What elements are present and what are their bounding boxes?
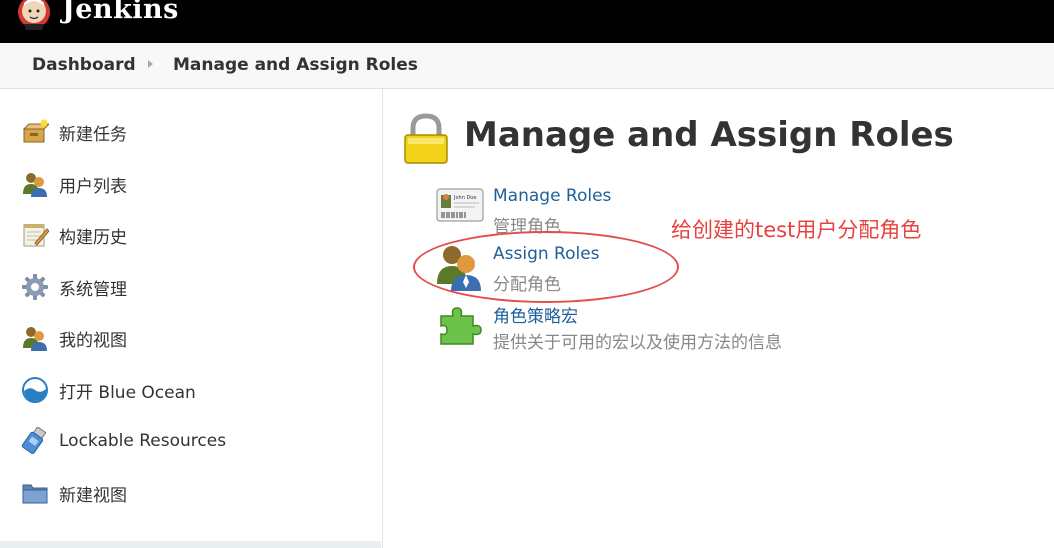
annotation-ellipse bbox=[413, 231, 679, 303]
folder-icon bbox=[20, 478, 50, 508]
main-content: Manage and Assign Roles John Doe Manage … bbox=[383, 89, 1054, 548]
usb-drive-icon bbox=[20, 426, 50, 456]
sidebar: 新建任务 用户列表 构建历史 系统管理 我的视图 打开 Blue Ocean L… bbox=[0, 89, 383, 548]
sidebar-item-label: 构建历史 bbox=[59, 227, 127, 248]
sidebar-item-user-list[interactable]: 用户列表 bbox=[20, 167, 360, 201]
breadcrumb-manage-assign-roles[interactable]: Manage and Assign Roles bbox=[173, 55, 418, 75]
sidebar-item-label: 用户列表 bbox=[59, 176, 127, 197]
brand-name[interactable]: Jenkins bbox=[62, 0, 179, 25]
sidebar-item-label: 新建视图 bbox=[59, 485, 127, 506]
sidebar-item-label: 系统管理 bbox=[59, 279, 127, 300]
role-strategy-macros-link[interactable]: 角色策略宏 bbox=[493, 302, 578, 327]
breadcrumb-chevron-right-icon[interactable] bbox=[148, 60, 153, 68]
new-item-icon bbox=[20, 117, 50, 147]
sidebar-item-label: 新建任务 bbox=[59, 124, 127, 145]
blue-ocean-icon bbox=[20, 375, 50, 405]
id-card-icon[interactable]: John Doe bbox=[435, 186, 485, 234]
puzzle-piece-icon[interactable] bbox=[435, 302, 485, 350]
sidebar-item-blue-ocean[interactable]: 打开 Blue Ocean bbox=[20, 373, 360, 407]
jenkins-logo-icon[interactable] bbox=[16, 0, 52, 34]
gear-icon bbox=[20, 272, 50, 302]
sidebar-item-build-history[interactable]: 构建历史 bbox=[20, 218, 360, 252]
breadcrumb-dashboard[interactable]: Dashboard bbox=[32, 55, 136, 75]
annotation-text: 给创建的test用户分配角色 bbox=[671, 218, 922, 242]
sidebar-item-lockable-resources[interactable]: Lockable Resources bbox=[20, 424, 360, 458]
sidebar-item-label: Lockable Resources bbox=[59, 431, 227, 451]
top-header: Jenkins bbox=[0, 0, 1054, 43]
sidebar-item-label: 我的视图 bbox=[59, 330, 127, 351]
lock-icon bbox=[404, 113, 448, 164]
sidebar-item-my-views[interactable]: 我的视图 bbox=[20, 321, 360, 355]
id-card-name: John Doe bbox=[453, 195, 476, 201]
page-title: Manage and Assign Roles bbox=[464, 115, 954, 155]
sidebar-item-system-management[interactable]: 系统管理 bbox=[20, 270, 360, 304]
role-strategy-macros-entry: 角色策略宏 提供关于可用的宏以及使用方法的信息 bbox=[435, 302, 855, 353]
sidebar-item-new-view[interactable]: 新建视图 bbox=[20, 476, 360, 510]
role-strategy-macros-description: 提供关于可用的宏以及使用方法的信息 bbox=[493, 333, 782, 353]
sidebar-item-label: 打开 Blue Ocean bbox=[59, 382, 196, 403]
users-icon bbox=[20, 323, 50, 353]
manage-roles-link[interactable]: Manage Roles bbox=[493, 186, 611, 206]
users-icon bbox=[20, 169, 50, 199]
sidebar-item-new-task[interactable]: 新建任务 bbox=[20, 115, 360, 149]
breadcrumb: Dashboard Manage and Assign Roles bbox=[0, 43, 1054, 89]
notepad-icon bbox=[20, 220, 50, 250]
sidebar-footer bbox=[0, 541, 381, 548]
